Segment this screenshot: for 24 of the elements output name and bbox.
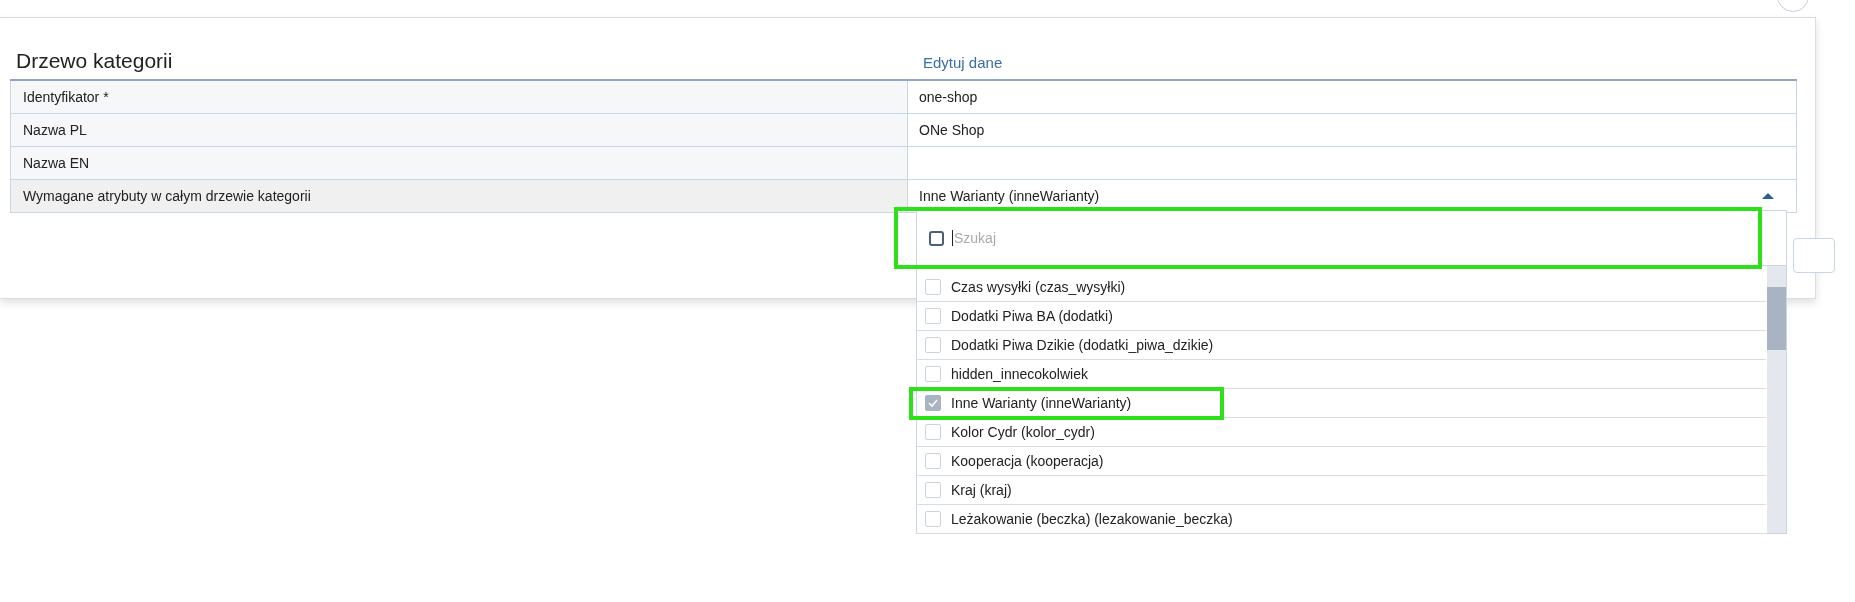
dropdown-option[interactable]: Kraj (kraj) [917, 476, 1766, 505]
panel-title: Drzewo kategorii [15, 49, 174, 74]
scrollbar[interactable] [1767, 265, 1786, 533]
field-value: ONe Shop [919, 122, 985, 138]
dropdown-option[interactable]: hidden_innecokolwiek [917, 360, 1766, 389]
edit-link[interactable]: Edytuj dane [916, 54, 1003, 79]
dropdown-option[interactable]: Czas wysyłki (czas_wysyłki) [917, 273, 1766, 302]
field-value: Inne Warianty (inneWarianty) [919, 188, 1100, 204]
dropdown-option[interactable]: Leżakowanie (beczka) (lezakowanie_beczka) [917, 505, 1766, 534]
dropdown-option[interactable]: Dodatki Piwa Dzikie (dodatki_piwa_dzikie) [917, 331, 1766, 360]
field-value: one-shop [919, 89, 978, 105]
scrollbar-thumb[interactable] [1767, 287, 1786, 350]
dropdown-option[interactable]: Dodatki Piwa BA (dodatki) [917, 302, 1766, 331]
dropdown-option[interactable]: Inne Warianty (inneWarianty) [917, 389, 1766, 418]
check-icon [927, 398, 939, 408]
dropdown-option[interactable]: Kolor Cydr (kolor_cydr) [917, 418, 1766, 447]
checkbox[interactable] [929, 230, 944, 246]
field-label: Nazwa PL [11, 114, 908, 146]
caret-icon[interactable] [1762, 193, 1774, 199]
checkbox[interactable] [925, 395, 941, 411]
field-label: Wymagane atrybuty w całym drzewie kategorii [11, 180, 908, 212]
field-label: Nazwa EN [11, 147, 908, 179]
dropdown-option[interactable]: Kooperacja (kooperacja) [917, 447, 1766, 476]
field-label: Identyfikator * [11, 81, 908, 113]
